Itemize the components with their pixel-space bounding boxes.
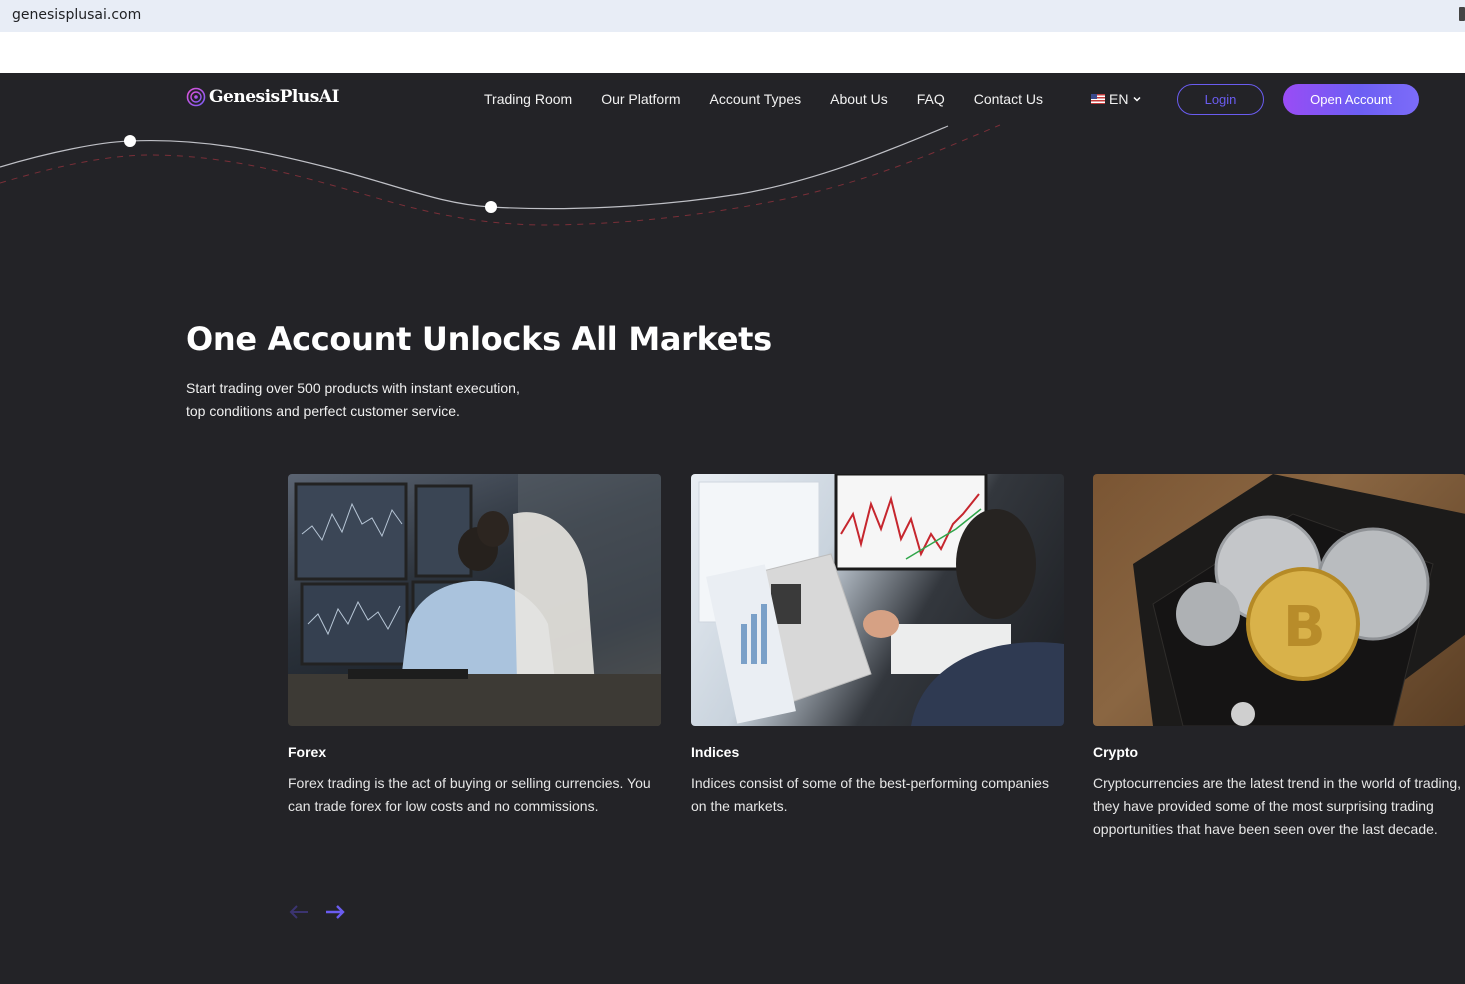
chevron-down-icon bbox=[1133, 96, 1141, 102]
nav-account-types[interactable]: Account Types bbox=[710, 91, 802, 107]
logo-icon bbox=[186, 87, 206, 107]
nav-about-us[interactable]: About Us bbox=[830, 91, 888, 107]
logo-text: GenesisPlusAI bbox=[209, 87, 339, 107]
card-description: Indices consist of some of the best-perf… bbox=[691, 775, 1049, 814]
us-flag-icon bbox=[1091, 94, 1105, 104]
crypto-wallet-illustration: B bbox=[1133, 474, 1465, 726]
language-selector[interactable]: EN bbox=[1091, 91, 1142, 107]
url-text[interactable]: genesisplusai.com bbox=[12, 7, 141, 23]
card-title: Forex bbox=[288, 744, 327, 760]
crypto-image: B bbox=[1093, 474, 1465, 726]
arrow-left-icon[interactable] bbox=[288, 902, 310, 922]
forex-image bbox=[288, 474, 661, 726]
nav-faq[interactable]: FAQ bbox=[917, 91, 945, 107]
card-description: Cryptocurrencies are the latest trend in… bbox=[1093, 775, 1462, 837]
hero-title: One Account Unlocks All Markets bbox=[186, 320, 772, 358]
indices-image bbox=[691, 474, 1064, 726]
logo[interactable]: GenesisPlusAI bbox=[186, 87, 339, 107]
extension-icon[interactable] bbox=[1459, 7, 1465, 21]
wave-point bbox=[124, 135, 136, 147]
nav-contact-us[interactable]: Contact Us bbox=[974, 91, 1043, 107]
browser-toolbar-area bbox=[0, 32, 1465, 73]
nav-our-platform[interactable]: Our Platform bbox=[601, 91, 680, 107]
browser-address-bar[interactable]: genesisplusai.com bbox=[0, 0, 1465, 32]
language-label: EN bbox=[1109, 91, 1129, 107]
wave-point bbox=[485, 201, 497, 213]
hero-subtitle-line: top conditions and perfect customer serv… bbox=[186, 403, 460, 419]
market-card-crypto[interactable]: B Crypto Cryptocurrencies are the latest… bbox=[1093, 474, 1465, 841]
hero-subtitle: Start trading over 500 products with ins… bbox=[186, 377, 586, 423]
decorative-wave bbox=[0, 124, 1001, 226]
market-card-indices[interactable]: Indices Indices consist of some of the b… bbox=[691, 474, 1064, 818]
card-description: Forex trading is the act of buying or se… bbox=[288, 775, 651, 814]
login-button[interactable]: Login bbox=[1177, 84, 1264, 115]
open-account-button[interactable]: Open Account bbox=[1283, 84, 1419, 115]
hero-subtitle-line: Start trading over 500 products with ins… bbox=[186, 380, 520, 396]
market-card-forex[interactable]: Forex Forex trading is the act of buying… bbox=[288, 474, 661, 818]
nav-trading-room[interactable]: Trading Room bbox=[484, 91, 572, 107]
arrow-right-icon[interactable] bbox=[324, 902, 346, 922]
laptop-analytics-illustration bbox=[698, 474, 1064, 726]
trading-desk-illustration bbox=[288, 474, 661, 726]
carousel-controls bbox=[288, 902, 346, 922]
svg-text:B: B bbox=[1283, 595, 1326, 660]
main-nav: Trading Room Our Platform Account Types … bbox=[484, 91, 1072, 107]
card-title: Indices bbox=[691, 744, 740, 760]
card-title: Crypto bbox=[1093, 744, 1139, 760]
